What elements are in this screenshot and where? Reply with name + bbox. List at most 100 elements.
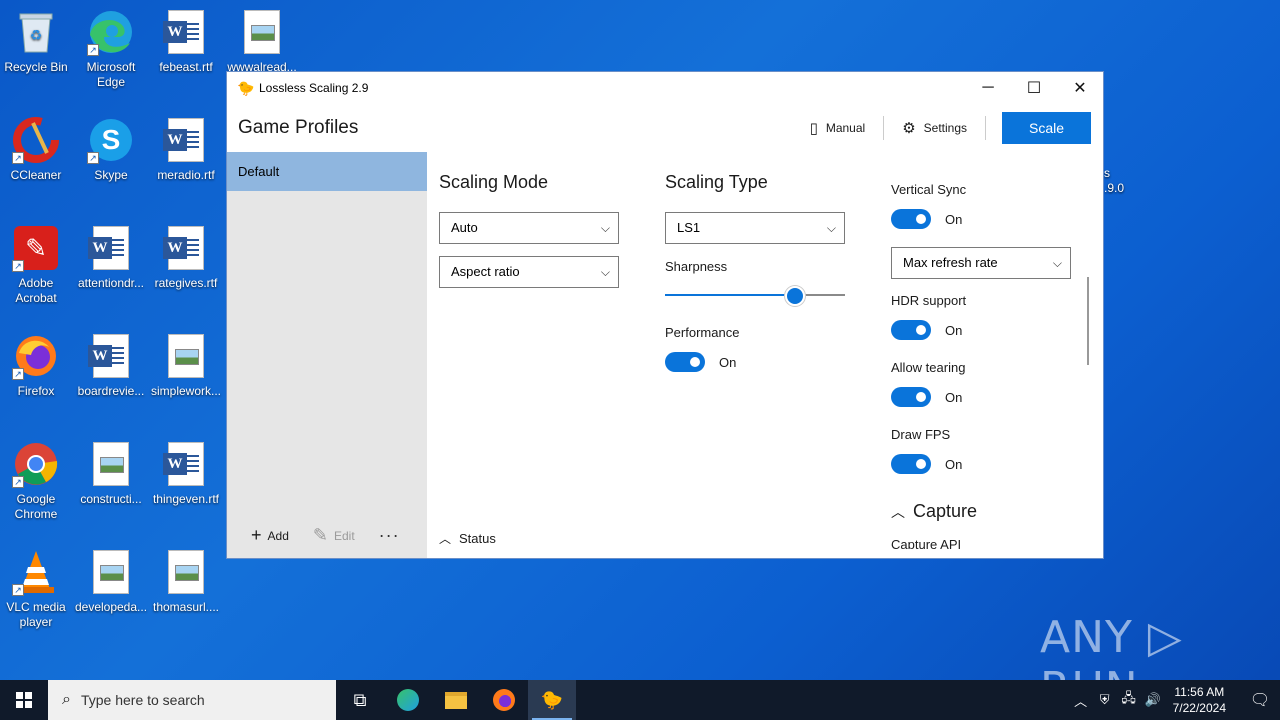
desktop-icon-attentiondr[interactable]: W attentiondr...	[73, 224, 149, 291]
vertical-scrollbar[interactable]	[1087, 277, 1089, 365]
toggle-state: On	[945, 322, 963, 338]
scaling-mode-value: Auto	[451, 220, 478, 235]
performance-toggle[interactable]: On	[665, 352, 736, 372]
document-icon: ▯	[809, 120, 818, 137]
manual-button[interactable]: ▯ Manual	[796, 119, 880, 137]
taskbar-lossless-scaling[interactable]: 🐤	[528, 680, 576, 720]
desktop-icon-label: constructi...	[80, 492, 142, 506]
desktop-icon-label: boardrevie...	[77, 384, 145, 398]
minimize-button[interactable]: ─	[965, 72, 1011, 104]
vsync-mode-value: Max refresh rate	[903, 255, 998, 270]
hdr-toggle[interactable]: On	[891, 320, 962, 340]
desktop-icon-meradio[interactable]: W meradio.rtf	[148, 116, 224, 183]
pencil-icon: ✎	[312, 525, 328, 545]
tearing-toggle[interactable]: On	[891, 387, 962, 407]
desktop-icon-simplework[interactable]: simplework...	[148, 332, 224, 399]
duck-app-icon: 🐤	[237, 80, 255, 96]
task-view-button[interactable]: ⧉	[336, 680, 384, 720]
chevron-up-icon[interactable]: ︿	[1069, 691, 1093, 710]
desktop-icon-label: rategives.rtf	[154, 276, 218, 290]
shortcut-arrow-icon: ↗	[12, 368, 24, 380]
desktop-icon-google-chrome[interactable]: ↗ Google Chrome	[0, 440, 74, 522]
performance-label: Performance	[665, 325, 740, 340]
add-profile-button[interactable]: + Add	[251, 525, 289, 546]
desktop-icon-thomasurl[interactable]: thomasurl....	[148, 548, 224, 615]
vsync-toggle[interactable]: On	[891, 209, 962, 229]
scaling-mode-title: Scaling Mode	[439, 172, 549, 192]
window-title: Lossless Scaling 2.9	[259, 81, 369, 95]
slider-thumb[interactable]	[784, 286, 805, 306]
desktop-icon-ccleaner[interactable]: ↗ CCleaner	[0, 116, 74, 183]
clock[interactable]: 11:56 AM 7/22/2024	[1173, 684, 1226, 716]
desktop-icon-recycle-bin[interactable]: ♻ Recycle Bin	[0, 8, 74, 75]
chevron-up-icon: ︿	[891, 503, 905, 520]
toggle-switch[interactable]	[891, 209, 931, 229]
desktop-icon-wwwalread[interactable]: wwwalread...	[224, 8, 300, 75]
desktop-icon-label: Adobe Acrobat	[15, 276, 57, 305]
desktop-icon-label: simplework...	[150, 384, 221, 398]
security-icon[interactable]: ⛨	[1093, 692, 1117, 708]
toggle-switch[interactable]	[891, 387, 931, 407]
desktop-icon-adobe-acrobat[interactable]: ✎ ↗ Adobe Acrobat	[0, 224, 74, 306]
shortcut-arrow-icon: ↗	[12, 152, 24, 164]
maximize-button[interactable]: ☐	[1011, 72, 1057, 104]
close-button[interactable]: ✕	[1057, 72, 1103, 104]
desktop-icon-boardrevie[interactable]: W boardrevie...	[73, 332, 149, 399]
word-doc-icon: W	[87, 332, 135, 380]
taskbar-search[interactable]: ⌕ Type here to search	[48, 680, 336, 720]
taskbar-firefox[interactable]	[480, 680, 528, 720]
status-label: Status	[459, 531, 496, 546]
tearing-label: Allow tearing	[891, 360, 966, 375]
hdr-label: HDR support	[891, 293, 967, 308]
network-icon[interactable]: 🖧	[1117, 689, 1141, 711]
scaling-type-dropdown[interactable]: LS1 ⌵	[665, 212, 845, 244]
toggle-switch[interactable]	[891, 454, 931, 474]
chrome-icon: ↗	[12, 440, 60, 488]
edit-profile-button[interactable]: ✎ Edit	[313, 525, 355, 546]
clock-time: 11:56 AM	[1174, 685, 1225, 699]
profile-item-default[interactable]: Default	[227, 152, 427, 191]
desktop-icon-microsoft-edge[interactable]: ↗ Microsoft Edge	[73, 8, 149, 90]
vsync-mode-dropdown[interactable]: Max refresh rate ⌵	[891, 247, 1071, 279]
scale-button[interactable]: Scale	[1002, 112, 1091, 144]
desktop-icon-skype[interactable]: S ↗ Skype	[73, 116, 149, 183]
sharpness-label: Sharpness	[665, 259, 728, 274]
desktop-icon-vlc[interactable]: ↗ VLC media player	[0, 548, 74, 630]
desktop-icon-rategives[interactable]: W rategives.rtf	[148, 224, 224, 291]
scaling-mode-dropdown[interactable]: Auto ⌵	[439, 212, 619, 244]
desktop-icon-constructi[interactable]: constructi...	[73, 440, 149, 507]
status-expander[interactable]: ︿ Status	[439, 530, 496, 547]
skype-icon: S ↗	[87, 116, 135, 164]
volume-icon[interactable]: 🔊	[1141, 692, 1165, 708]
start-button[interactable]	[0, 680, 48, 720]
desktop-icon-developeda[interactable]: developeda...	[73, 548, 149, 615]
search-placeholder: Type here to search	[80, 692, 205, 708]
vsync-label: Vertical Sync	[891, 182, 967, 197]
add-label: Add	[267, 528, 289, 543]
desktop-icon-label: meradio.rtf	[157, 168, 215, 182]
chevron-up-icon: ︿	[439, 532, 452, 546]
more-options-button[interactable]: ···	[379, 525, 400, 546]
sharpness-slider[interactable]	[665, 285, 845, 306]
taskbar-file-explorer[interactable]	[432, 680, 480, 720]
settings-button[interactable]: ⚙ Settings	[888, 119, 981, 137]
toggle-switch[interactable]	[665, 352, 705, 372]
taskbar: ⌕ Type here to search ⧉ 🐤 ︿ ⛨ 🖧 🔊 11:56 …	[0, 680, 1280, 720]
desktop-icon-label: febeast.rtf	[159, 60, 213, 74]
toggle-state: On	[945, 389, 963, 405]
ccleaner-icon: ↗	[12, 116, 60, 164]
capture-section-header[interactable]: ︿ Capture	[891, 501, 977, 522]
toggle-switch[interactable]	[891, 320, 931, 340]
desktop-icon-febeast[interactable]: W febeast.rtf	[148, 8, 224, 75]
taskbar-edge[interactable]	[384, 680, 432, 720]
title-bar[interactable]: 🐤 Lossless Scaling 2.9 ─ ☐ ✕	[227, 72, 1103, 104]
plus-icon: +	[251, 525, 262, 545]
desktop-icon-thingeven[interactable]: W thingeven.rtf	[148, 440, 224, 507]
draw-fps-toggle[interactable]: On	[891, 454, 962, 474]
desktop-icon-label: Recycle Bin	[4, 60, 68, 74]
desktop-icon-firefox[interactable]: ↗ Firefox	[0, 332, 74, 399]
notification-icon[interactable]: 🗨	[1240, 690, 1280, 710]
aspect-ratio-dropdown[interactable]: Aspect ratio ⌵	[439, 256, 619, 288]
windows-logo-icon	[16, 692, 32, 708]
app-window: 🐤 Lossless Scaling 2.9 ─ ☐ ✕ Game Profil…	[226, 71, 1104, 559]
